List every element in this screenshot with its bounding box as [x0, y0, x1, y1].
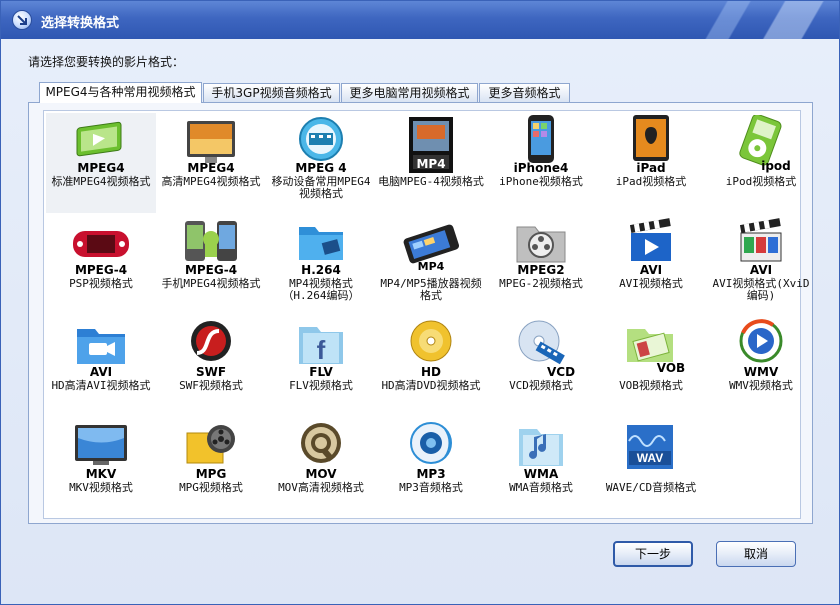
format-label: MPEG4 — [77, 161, 125, 175]
format-label: ipod — [761, 159, 791, 173]
format-item-swf[interactable]: SWF SWF视频格式 — [156, 317, 266, 417]
format-item-mkv[interactable]: MKV MKV视频格式 — [46, 419, 156, 519]
format-description: 高清MPEG4视频格式 — [161, 175, 261, 188]
client-area: 请选择您要转换的影片格式： MPEG4与各种常用视频格式 手机3GP视频音频格式… — [1, 39, 839, 604]
format-dialog: 选择转换格式 请选择您要转换的影片格式： MPEG4与各种常用视频格式 手机3G… — [0, 0, 840, 605]
format-label: iPhone4 — [513, 161, 569, 175]
format-item-ipod[interactable]: ipod iPod视频格式 — [706, 113, 816, 213]
format-item-mpeg2[interactable]: MPEG2 MPEG-2视频格式 — [486, 215, 596, 315]
format-label: MKV — [85, 467, 117, 481]
format-description: MP3音频格式 — [399, 481, 463, 494]
format-label: WMA — [523, 467, 559, 481]
format-label: FLV — [309, 365, 333, 379]
format-item-psp[interactable]: MPEG-4 PSP视频格式 — [46, 215, 156, 315]
format-description: MOV高清视频格式 — [278, 481, 364, 494]
tab-mpeg4-common[interactable]: MPEG4与各种常用视频格式 — [39, 82, 202, 103]
format-label: SWF — [195, 365, 227, 379]
tab-mobile-3gp[interactable]: 手机3GP视频音频格式 — [203, 83, 340, 102]
format-description: 标准MPEG4视频格式 — [51, 175, 151, 188]
format-item-h264[interactable]: H.264 MP4视频格式（H.264编码） — [266, 215, 376, 315]
format-item-iphone[interactable]: iPhone4 iPhone视频格式 — [486, 113, 596, 213]
format-description: iPad视频格式 — [615, 175, 687, 188]
format-label: AVI — [639, 263, 663, 277]
format-item-wma[interactable]: WMA WMA音频格式 — [486, 419, 596, 519]
format-item-mpeg4-hd[interactable]: MPEG4 高清MPEG4视频格式 — [156, 113, 266, 213]
format-label: MPEG 4 — [295, 161, 347, 175]
tab-panel: MPEG4 标准MPEG4视频格式 MPEG4 高清MPEG4视频格式 MPEG… — [28, 102, 813, 524]
format-description: WMA音频格式 — [509, 481, 573, 494]
tab-more-audio[interactable]: 更多音频格式 — [479, 83, 570, 102]
format-description: SWF视频格式 — [179, 379, 243, 392]
format-description: AVI视频格式(XviD编码) — [712, 277, 810, 302]
format-item-avi-xvid[interactable]: AVI AVI视频格式(XviD编码) — [706, 215, 816, 315]
format-label: iPad — [636, 161, 666, 175]
cancel-button[interactable]: 取消 — [716, 541, 796, 567]
format-description: MPEG-2视频格式 — [499, 277, 583, 290]
format-description: 移动设备常用MPEG4视频格式 — [271, 175, 371, 200]
window-title: 选择转换格式 — [41, 16, 120, 31]
format-item-wave-cd[interactable]: WAV WAVE/CD音频格式 — [596, 419, 706, 519]
format-label: MPEG-4 — [184, 263, 238, 277]
format-label: AVI — [749, 263, 773, 277]
format-grid: MPEG4 标准MPEG4视频格式 MPEG4 高清MPEG4视频格式 MPEG… — [43, 110, 809, 519]
format-item-mpeg4-mobile[interactable]: MPEG 4 移动设备常用MPEG4视频格式 — [266, 113, 376, 213]
format-item-flv[interactable]: f FLV FLV视频格式 — [266, 317, 376, 417]
format-label: MP4 — [416, 157, 446, 171]
format-label: AVI — [89, 365, 113, 379]
next-button[interactable]: 下一步 — [613, 541, 693, 567]
format-description: MKV视频格式 — [69, 481, 133, 494]
format-description: iPod视频格式 — [725, 175, 797, 188]
format-description: 手机MPEG4视频格式 — [161, 277, 261, 290]
format-description: VCD视频格式 — [509, 379, 573, 392]
format-description: PSP视频格式 — [69, 277, 133, 290]
format-item-vcd[interactable]: VCD VCD视频格式 — [486, 317, 596, 417]
format-item-avi[interactable]: AVI AVI视频格式 — [596, 215, 706, 315]
format-item-mp3[interactable]: MP3 MP3音频格式 — [376, 419, 486, 519]
title-bar: 选择转换格式 — [1, 1, 839, 39]
format-description: AVI视频格式 — [619, 277, 683, 290]
format-label: MPEG-4 — [74, 263, 128, 277]
format-description: 电脑MPEG-4视频格式 — [378, 175, 484, 188]
format-label: MPEG4 — [187, 161, 235, 175]
svg-text:f: f — [317, 335, 326, 365]
format-item-mp4-player[interactable]: MP4 MP4/MP5播放器视频格式 — [376, 215, 486, 315]
instruction-text: 请选择您要转换的影片格式： — [28, 55, 185, 69]
format-item-mobile-mpeg4[interactable]: MPEG-4 手机MPEG4视频格式 — [156, 215, 266, 315]
format-item-ipad[interactable]: iPad iPad视频格式 — [596, 113, 706, 213]
format-item-avi-hd[interactable]: AVI HD高清AVI视频格式 — [46, 317, 156, 417]
tab-more-pc-video[interactable]: 更多电脑常用视频格式 — [341, 83, 478, 102]
wav-wave-icon: WAV — [621, 421, 681, 479]
format-label: MOV — [305, 467, 337, 481]
format-description: WMV视频格式 — [729, 379, 793, 392]
format-label: H.264 — [301, 263, 341, 277]
format-label: MPG — [195, 467, 227, 481]
wav-icon-label: WAV — [637, 451, 663, 465]
format-description: iPhone视频格式 — [499, 175, 583, 188]
format-item-mp4-pc[interactable]: MP4 电脑MPEG-4视频格式 — [376, 113, 486, 213]
format-description: HD高清DVD视频格式 — [381, 379, 481, 392]
format-label: MPEG2 — [517, 263, 565, 277]
app-icon — [12, 10, 32, 30]
format-item-mpg[interactable]: MPG MPG视频格式 — [156, 419, 266, 519]
title-bar-decoration — [669, 1, 839, 39]
format-label: MP4 — [417, 260, 445, 273]
format-description: WAVE/CD音频格式 — [605, 481, 697, 494]
format-label: WMV — [743, 365, 779, 379]
format-description: MP4/MP5播放器视频格式 — [380, 277, 482, 302]
format-description: MPG视频格式 — [179, 481, 243, 494]
format-item-hd-dvd[interactable]: HD HD高清DVD视频格式 — [376, 317, 486, 417]
format-description: FLV视频格式 — [289, 379, 353, 392]
format-description: VOB视频格式 — [619, 379, 683, 392]
format-description: MP4视频格式（H.264编码） — [282, 277, 360, 302]
format-label: HD — [420, 365, 441, 379]
format-label: MP3 — [416, 467, 446, 481]
format-item-mov[interactable]: MOV MOV高清视频格式 — [266, 419, 376, 519]
format-item-mpeg4-standard[interactable]: MPEG4 标准MPEG4视频格式 — [46, 113, 156, 213]
format-description: HD高清AVI视频格式 — [51, 379, 151, 392]
format-item-wmv[interactable]: WMV WMV视频格式 — [706, 317, 816, 417]
format-item-vob[interactable]: VOB VOB视频格式 — [596, 317, 706, 417]
